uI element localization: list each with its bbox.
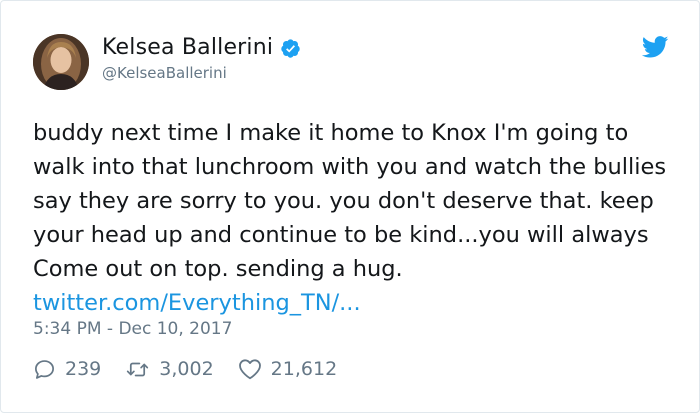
tweet-card: Kelsea Ballerini @KelseaBallerini buddy …: [0, 0, 700, 413]
reply-icon: [35, 359, 54, 379]
retweet-count: 3,002: [159, 358, 214, 380]
reply-button[interactable]: 239: [33, 357, 101, 381]
twitter-bird-icon[interactable]: [642, 36, 669, 58]
retweet-icon: [127, 362, 149, 376]
verified-badge-icon: [281, 38, 300, 58]
reply-count: 239: [65, 358, 102, 380]
author-display-name[interactable]: Kelsea Ballerini: [102, 35, 273, 61]
heart-icon: [238, 359, 261, 380]
like-count: 21,612: [270, 358, 338, 380]
avatar-image: [33, 34, 89, 90]
avatar[interactable]: [33, 34, 89, 90]
tweet-body: buddy next time I make it home to Knox I…: [33, 120, 667, 282]
retweet-button[interactable]: 3,002: [125, 357, 214, 381]
tweet-link[interactable]: twitter.com/Everything_TN/...: [33, 290, 361, 316]
author-name-row[interactable]: Kelsea Ballerini: [102, 35, 301, 61]
like-button[interactable]: 21,612: [238, 357, 337, 381]
author-handle[interactable]: @KelseaBallerini: [102, 64, 227, 82]
tweet-timestamp[interactable]: 5:34 PM - Dec 10, 2017: [33, 319, 232, 339]
tweet-text: buddy next time I make it home to Knox I…: [33, 116, 683, 320]
tweet-actions: 239 3,002 21,612: [33, 357, 361, 381]
